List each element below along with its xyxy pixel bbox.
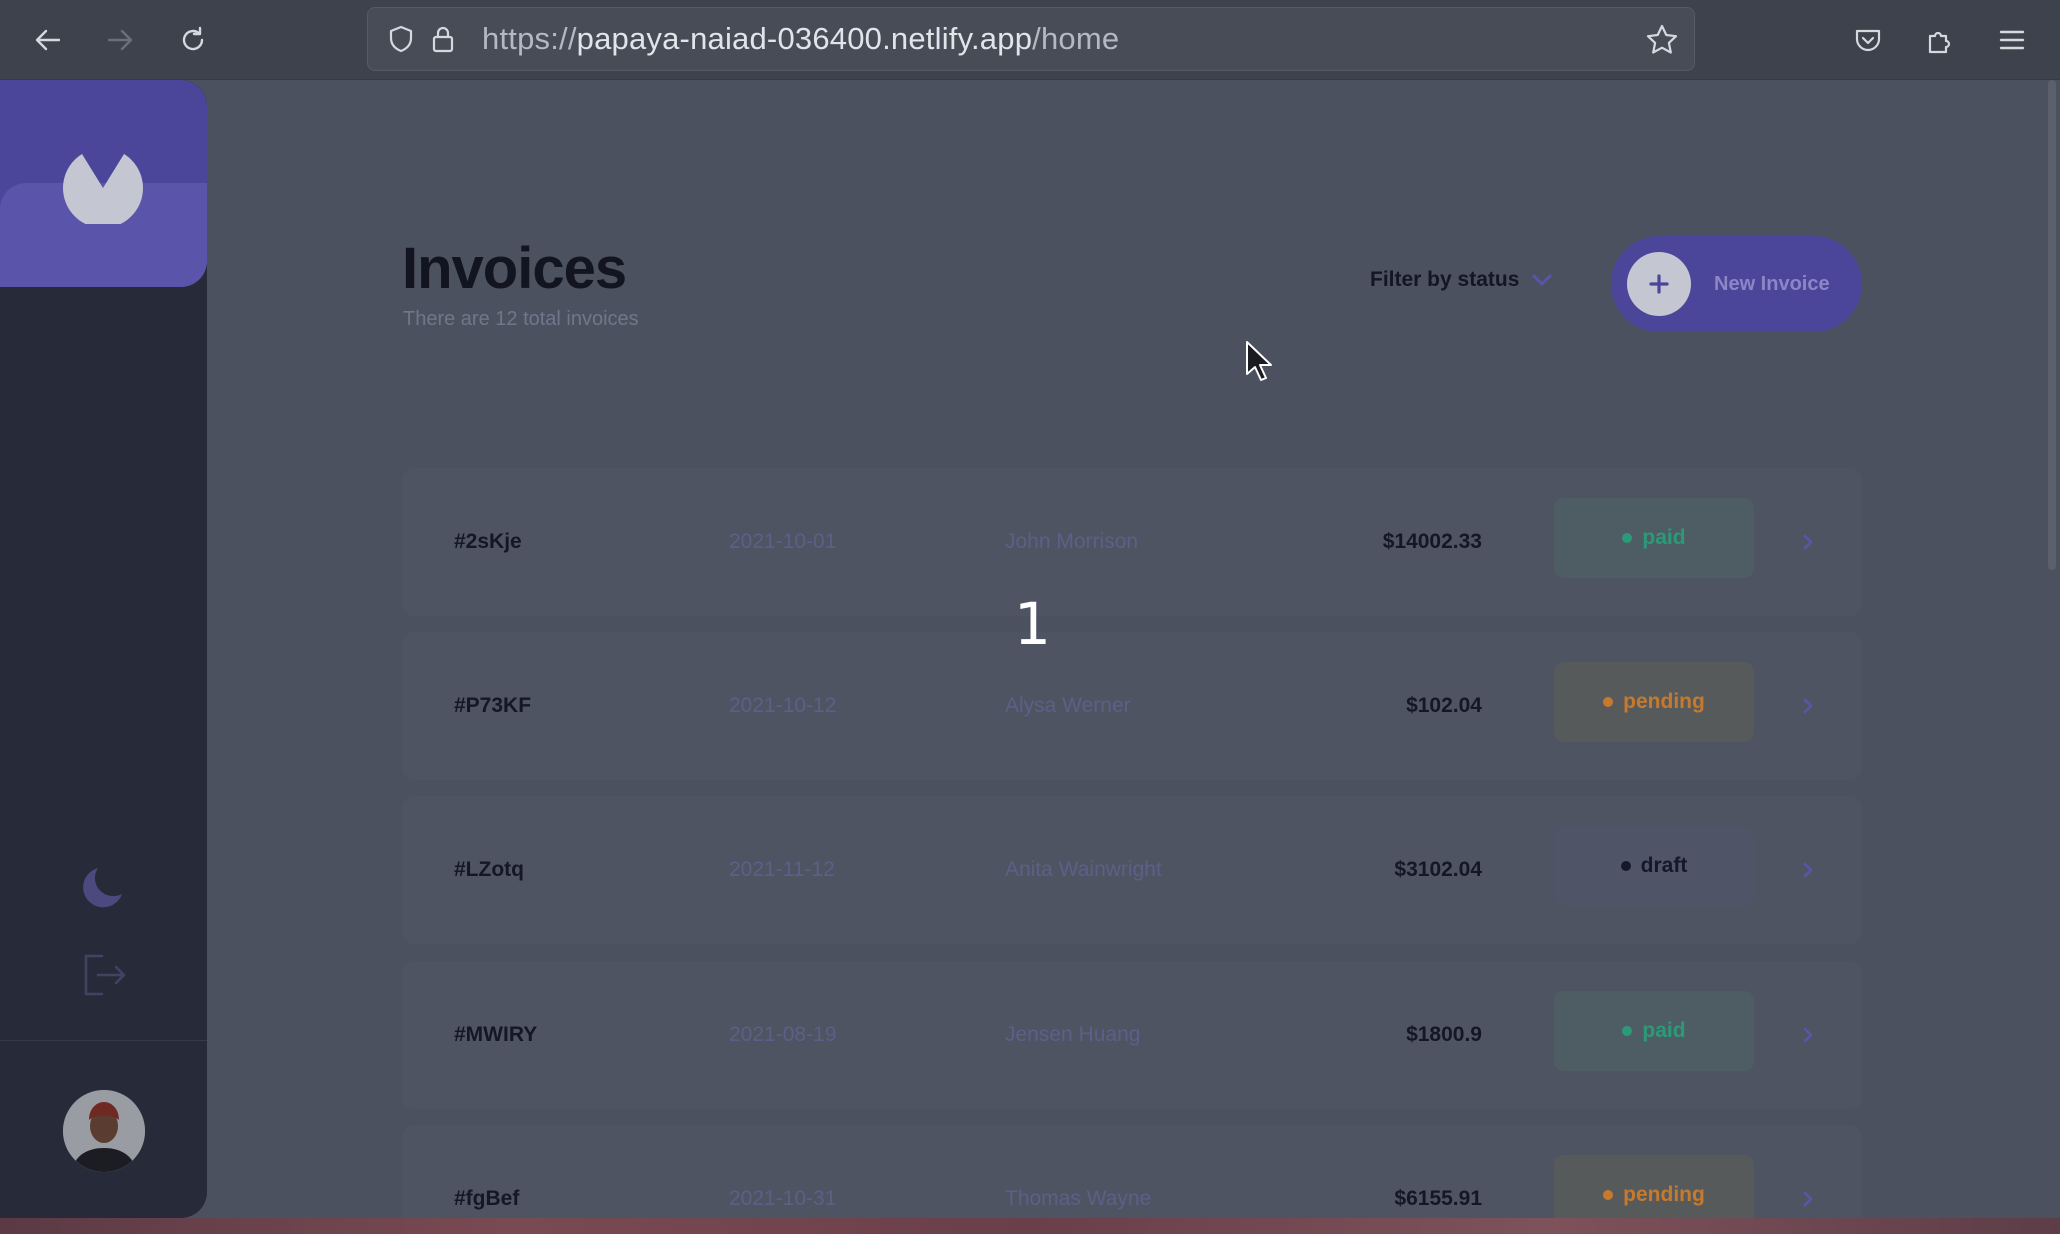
invoice-id: #MWIRY <box>454 1023 538 1046</box>
status-badge: paid <box>1554 498 1754 578</box>
url-path: /home <box>1032 21 1120 56</box>
invoice-id: #LZotq <box>454 858 524 881</box>
back-button[interactable] <box>24 16 72 64</box>
plus-icon <box>1627 252 1691 316</box>
sidebar <box>0 80 207 1218</box>
invoice-date: 2021-10-01 <box>729 530 837 553</box>
status-label: draft <box>1640 854 1688 877</box>
chevron-down-icon <box>1532 274 1552 286</box>
chevron-right-icon <box>1803 1027 1813 1043</box>
invoice-date: 2021-11-12 <box>729 858 835 881</box>
forward-button[interactable] <box>96 16 144 64</box>
url-scheme: https:// <box>482 21 577 56</box>
mouse-cursor-icon <box>1246 341 1272 381</box>
logo-icon <box>63 154 143 224</box>
shield-icon[interactable] <box>384 22 418 56</box>
status-label: paid <box>1642 1019 1686 1042</box>
new-invoice-label: New Invoice <box>1714 272 1830 295</box>
invoice-count: There are 12 total invoices <box>403 308 639 330</box>
reload-button[interactable] <box>169 16 217 64</box>
status-badge: pending <box>1554 662 1754 742</box>
client-name: Thomas Wayne <box>1005 1187 1152 1210</box>
sidebar-divider <box>0 1040 207 1041</box>
pocket-button[interactable] <box>1846 18 1890 62</box>
invoice-row[interactable]: #P73KF 2021-10-12 Alysa Werner $102.04 p… <box>402 632 1862 780</box>
invoice-date: 2021-10-31 <box>729 1187 837 1210</box>
browser-toolbar: https://papaya-naiad-036400.netlify.app/… <box>0 0 2060 80</box>
hamburger-icon <box>1999 30 2025 50</box>
invoice-id: #2sKje <box>454 530 522 553</box>
avatar[interactable] <box>63 1090 145 1172</box>
invoice-id: #fgBef <box>454 1187 520 1210</box>
step-number-overlay: 1 <box>1014 590 1051 658</box>
avatar-photo <box>63 1090 145 1172</box>
status-label: paid <box>1642 526 1686 549</box>
status-dot <box>1622 533 1633 543</box>
client-name: Anita Wainwright <box>1005 858 1162 881</box>
client-name: John Morrison <box>1005 530 1139 553</box>
menu-button[interactable] <box>1990 18 2034 62</box>
chevron-right-icon <box>1803 862 1813 878</box>
page-title: Invoices <box>402 236 627 301</box>
chevron-right-icon <box>1803 534 1813 550</box>
status-label: pending <box>1623 690 1705 713</box>
moon-icon[interactable] <box>78 860 130 912</box>
puzzle-icon <box>1928 31 1951 54</box>
invoice-date: 2021-10-12 <box>729 694 837 717</box>
bookmark-star-icon[interactable] <box>1644 22 1680 58</box>
desktop-background-strip <box>0 1218 2060 1234</box>
arrow-right-icon <box>107 29 133 51</box>
invoice-amount: $102.04 <box>1406 694 1482 717</box>
app-logo[interactable] <box>0 80 207 287</box>
invoice-amount: $6155.91 <box>1394 1187 1482 1210</box>
pocket-icon <box>1855 29 1881 52</box>
status-dot <box>1620 861 1631 871</box>
filter-label: Filter by status <box>1370 268 1520 291</box>
arrow-left-icon <box>35 29 61 51</box>
status-dot <box>1603 697 1614 707</box>
logout-icon[interactable] <box>80 950 130 1000</box>
invoice-amount: $3102.04 <box>1394 858 1482 881</box>
status-dot <box>1622 1026 1633 1036</box>
invoice-row[interactable]: #fgBef 2021-10-31 Thomas Wayne $6155.91 … <box>402 1125 1862 1234</box>
invoice-row[interactable]: #LZotq 2021-11-12 Anita Wainwright $3102… <box>402 796 1862 944</box>
invoice-row[interactable]: #MWIRY 2021-08-19 Jensen Huang $1800.9 p… <box>402 961 1862 1109</box>
scrollbar[interactable] <box>2048 80 2056 570</box>
url-text[interactable]: https://papaya-naiad-036400.netlify.app/… <box>482 21 1119 57</box>
status-badge: paid <box>1554 991 1754 1071</box>
status-dot <box>1603 1190 1614 1200</box>
invoice-amount: $1800.9 <box>1406 1023 1482 1046</box>
invoice-row[interactable]: #2sKje 2021-10-01 John Morrison $14002.3… <box>402 468 1862 616</box>
client-name: Jensen Huang <box>1005 1023 1141 1046</box>
chevron-right-icon <box>1803 1191 1813 1207</box>
url-host: papaya-naiad-036400.netlify.app <box>576 21 1033 56</box>
filter-by-status-dropdown[interactable]: Filter by status <box>1370 268 1553 292</box>
new-invoice-button[interactable]: New Invoice <box>1611 236 1862 332</box>
chevron-right-icon <box>1803 698 1813 714</box>
address-bar[interactable]: https://papaya-naiad-036400.netlify.app/… <box>367 7 1695 71</box>
lock-icon[interactable] <box>426 22 460 56</box>
client-name: Alysa Werner <box>1005 694 1131 717</box>
extensions-button[interactable] <box>1918 18 1962 62</box>
invoice-date: 2021-08-19 <box>729 1023 837 1046</box>
invoice-id: #P73KF <box>454 694 532 717</box>
status-label: pending <box>1623 1183 1705 1206</box>
invoice-amount: $14002.33 <box>1382 530 1482 553</box>
reload-icon <box>182 26 204 51</box>
status-badge: draft <box>1554 826 1754 906</box>
